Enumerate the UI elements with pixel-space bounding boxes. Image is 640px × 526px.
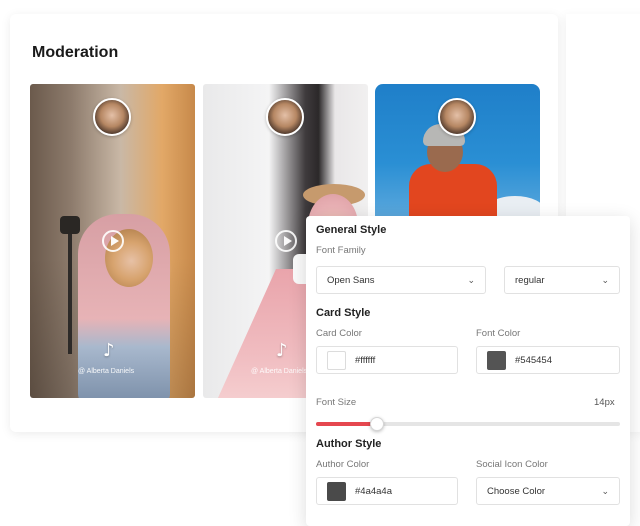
play-icon[interactable]	[275, 230, 297, 252]
social-icon-color-value: Choose Color	[487, 485, 546, 497]
author-avatar-3[interactable]	[438, 98, 476, 136]
author-name: @ Alberta Daniels	[251, 368, 308, 375]
font-weight-select[interactable]: regular ⌄	[504, 266, 620, 294]
person-sweater	[409, 164, 497, 216]
chevron-down-icon: ⌄	[601, 275, 609, 285]
author-color-field[interactable]: #4a4a4a	[316, 477, 458, 505]
font-weight-value: regular	[515, 274, 545, 286]
author-color-label: Author Color	[316, 459, 370, 470]
style-settings-panel: General Style Font Family Open Sans ⌄ re…	[306, 216, 630, 526]
card-color-value: #ffffff	[355, 354, 376, 366]
color-swatch[interactable]	[327, 350, 346, 370]
play-icon[interactable]	[102, 230, 124, 252]
author-color-value: #4a4a4a	[355, 485, 392, 497]
tiktok-icon: ♪	[103, 340, 115, 361]
font-family-select[interactable]: Open Sans ⌄	[316, 266, 486, 294]
font-color-label: Font Color	[476, 328, 521, 339]
author-style-heading: Author Style	[316, 438, 382, 450]
font-color-value: #545454	[515, 354, 552, 366]
author-avatar-1[interactable]	[93, 98, 131, 136]
card-style-heading: Card Style	[316, 307, 371, 319]
general-style-heading: General Style	[316, 224, 387, 236]
section-title: Moderation	[32, 44, 119, 61]
font-size-value: 14px	[594, 397, 615, 408]
font-size-label: Font Size	[316, 397, 357, 408]
street-lamp	[60, 216, 80, 234]
street-lamp-pole	[68, 224, 72, 354]
color-swatch[interactable]	[487, 350, 506, 370]
chevron-down-icon: ⌄	[467, 275, 475, 285]
font-family-label: Font Family	[316, 245, 366, 256]
author-avatar-2[interactable]	[266, 98, 304, 136]
card-color-label: Card Color	[316, 328, 362, 339]
card-color-field[interactable]: #ffffff	[316, 346, 458, 374]
chevron-down-icon: ⌄	[601, 486, 609, 496]
slider-handle[interactable]	[370, 417, 384, 431]
social-icon-color-label: Social Icon Color	[476, 459, 548, 470]
slider-fill	[316, 422, 377, 426]
font-size-slider[interactable]	[316, 417, 620, 431]
font-color-field[interactable]: #545454	[476, 346, 620, 374]
author-name: @ Alberta Daniels	[78, 368, 135, 375]
tiktok-icon: ♪	[276, 340, 288, 361]
color-swatch[interactable]	[327, 481, 346, 501]
font-family-value: Open Sans	[327, 274, 375, 286]
social-icon-color-select[interactable]: Choose Color ⌄	[476, 477, 620, 505]
